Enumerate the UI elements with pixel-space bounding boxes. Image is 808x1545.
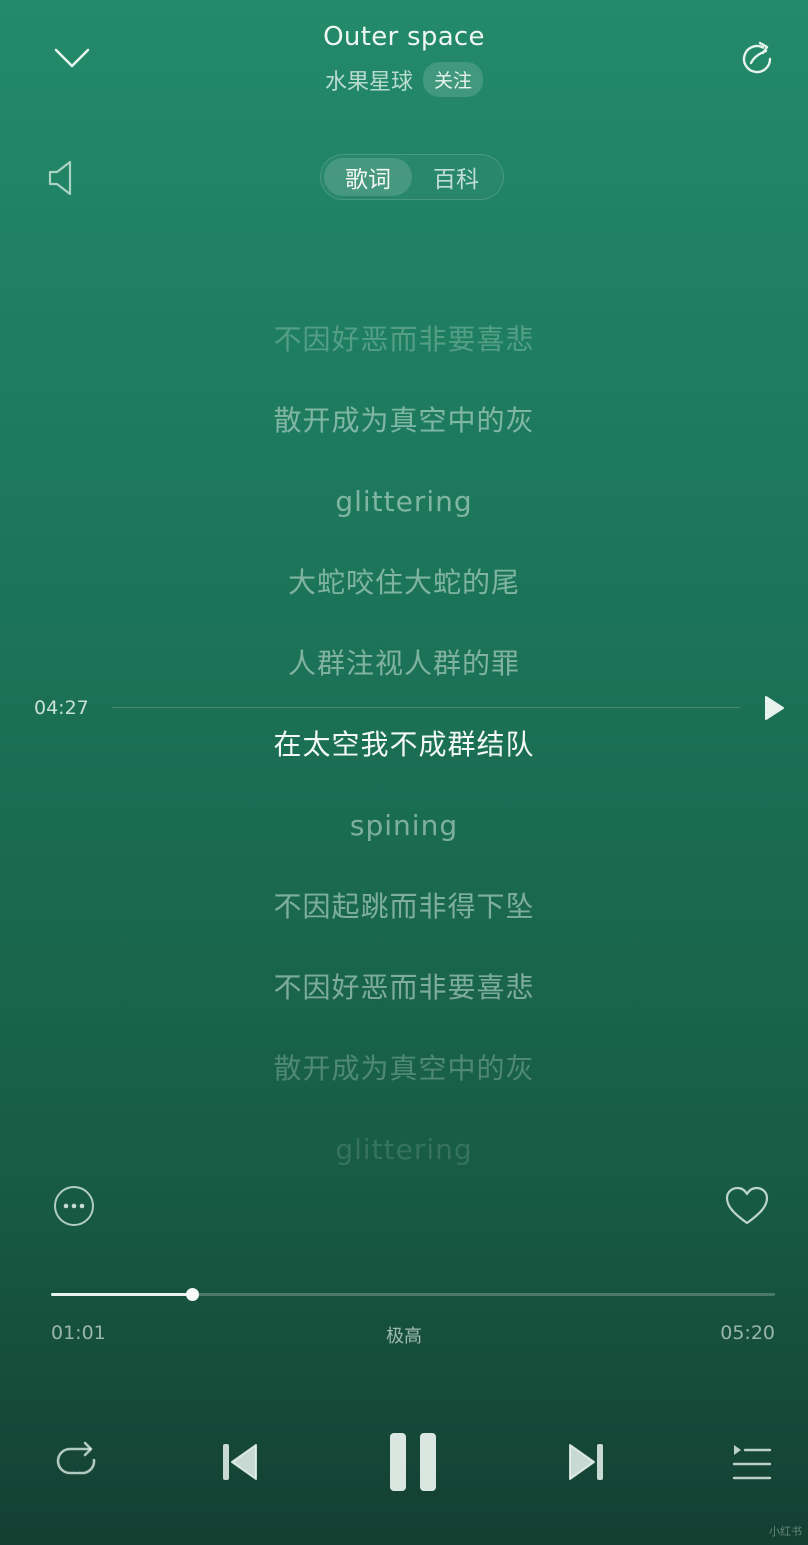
lyric-line[interactable]: 不因好恶而非要喜悲 bbox=[0, 320, 808, 360]
next-icon bbox=[569, 1444, 603, 1480]
song-title: Outer space bbox=[323, 22, 485, 52]
like-button[interactable] bbox=[722, 1183, 772, 1229]
quality-label[interactable]: 极高 bbox=[0, 1322, 808, 1348]
more-button[interactable] bbox=[52, 1184, 96, 1228]
lyric-line[interactable]: glittering bbox=[0, 482, 808, 522]
volume-button[interactable] bbox=[42, 156, 78, 200]
share-button[interactable] bbox=[734, 36, 780, 82]
previous-icon bbox=[223, 1444, 257, 1480]
tab-wiki[interactable]: 百科 bbox=[412, 158, 500, 196]
pause-button[interactable] bbox=[380, 1426, 446, 1498]
lyric-seek-time: 04:27 bbox=[34, 697, 89, 719]
lyric-line[interactable]: 散开成为真空中的灰 bbox=[0, 401, 808, 441]
current-lyric-line[interactable]: 在太空我不成群结队 bbox=[0, 725, 808, 765]
lyric-seek-line bbox=[112, 707, 740, 708]
watermark-logo: 小红书 bbox=[769, 1525, 802, 1538]
artist-name[interactable]: 水果星球 bbox=[325, 64, 413, 96]
lyric-line[interactable]: 不因好恶而非要喜悲 bbox=[0, 968, 808, 1008]
follow-button[interactable]: 关注 bbox=[423, 62, 484, 97]
repeat-icon bbox=[56, 1441, 96, 1475]
previous-button[interactable] bbox=[214, 1436, 264, 1488]
progress-bar[interactable] bbox=[51, 1288, 775, 1301]
total-time: 05:20 bbox=[720, 1322, 775, 1344]
repeat-button[interactable] bbox=[50, 1438, 104, 1488]
speaker-icon bbox=[48, 160, 72, 196]
play-icon bbox=[765, 696, 784, 720]
tab-lyrics[interactable]: 歌词 bbox=[324, 158, 412, 196]
share-icon bbox=[742, 41, 772, 74]
lyric-line[interactable]: glittering bbox=[0, 1130, 808, 1170]
playlist-button[interactable] bbox=[724, 1438, 776, 1488]
more-icon bbox=[54, 1186, 94, 1226]
pause-icon bbox=[390, 1433, 436, 1491]
next-button[interactable] bbox=[562, 1436, 612, 1488]
lyric-line[interactable]: 不因起跳而非得下坠 bbox=[0, 887, 808, 927]
lyric-line[interactable]: spining bbox=[0, 806, 808, 846]
player-screen: Outer space 水果星球 关注 歌词 百科 不因好恶而非要喜悲 散开成为… bbox=[0, 0, 808, 1545]
lyric-line[interactable]: 人群注视人群的罪 bbox=[0, 644, 808, 684]
playlist-icon bbox=[732, 1445, 772, 1480]
lyric-play-button[interactable] bbox=[756, 690, 792, 726]
progress-fill bbox=[51, 1293, 193, 1296]
progress-knob[interactable] bbox=[186, 1288, 200, 1301]
lyric-line[interactable]: 散开成为真空中的灰 bbox=[0, 1049, 808, 1089]
lyric-tabs: 歌词 百科 bbox=[320, 154, 504, 200]
artist-row: 水果星球 关注 bbox=[0, 62, 808, 97]
lyric-line[interactable]: 大蛇咬住大蛇的尾 bbox=[0, 563, 808, 603]
heart-icon bbox=[725, 1186, 769, 1225]
